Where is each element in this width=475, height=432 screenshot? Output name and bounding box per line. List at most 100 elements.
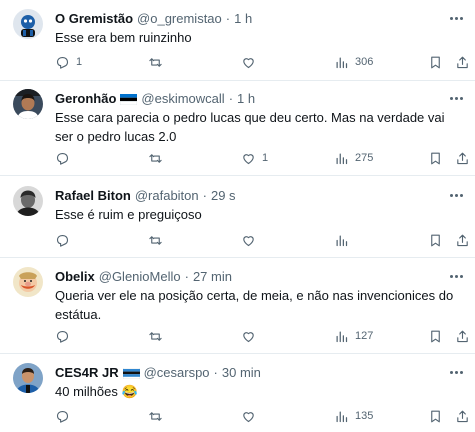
timestamp[interactable]: 29 s (211, 188, 236, 203)
tweet-header: Obelix @GlenioMello · 27 min (55, 267, 232, 285)
separator-dot: · (202, 187, 207, 203)
reply-button[interactable] (55, 327, 76, 345)
more-icon[interactable] (445, 268, 467, 284)
separator-dot: · (228, 90, 234, 106)
tweet-actions: 127 (55, 327, 475, 345)
like-icon (243, 411, 254, 422)
retweet-icon (149, 235, 162, 245)
views-button[interactable]: 306 (334, 53, 373, 71)
like-button[interactable] (241, 231, 262, 249)
reply-button[interactable] (55, 407, 76, 425)
reply-button[interactable] (55, 149, 76, 167)
tweet[interactable]: Obelix @GlenioMello · 27 min Queria ver … (0, 258, 475, 354)
views-icon (336, 235, 348, 246)
user-handle[interactable]: @eskimowcall (141, 91, 224, 106)
tweet-header: Rafael Biton @rafabiton · 29 s (55, 186, 236, 204)
share-button[interactable] (455, 53, 470, 71)
bookmark-button[interactable] (428, 231, 443, 249)
views-button[interactable]: 135 (334, 407, 373, 425)
view-count: 127 (355, 330, 374, 342)
tweet[interactable]: Rafael Biton @rafabiton · 29 s Esse é ru… (0, 176, 475, 258)
avatar[interactable] (13, 186, 43, 216)
views-icon (336, 57, 348, 68)
tweet[interactable]: CES4R JR @cesarspo · 30 min 40 milhões 😂 (0, 354, 475, 432)
display-name[interactable]: CES4R JR (55, 365, 119, 380)
retweet-icon (149, 153, 162, 163)
reply-button[interactable] (55, 231, 76, 249)
tweet-actions (55, 231, 475, 249)
views-icon (336, 331, 348, 342)
bookmark-button[interactable] (428, 53, 443, 71)
gremio-mascot-avatar (13, 9, 43, 39)
separator-dot: · (213, 364, 218, 380)
like-button[interactable] (241, 53, 262, 71)
views-icon (336, 153, 348, 164)
gremio-flag-icon (122, 367, 140, 379)
like-count: 1 (262, 152, 269, 164)
tweet[interactable]: O Gremistão @o_gremistao · 1 h Esse era … (0, 0, 475, 81)
tweet-header: Geronhão @eskimowcall · 1 h (55, 89, 255, 107)
display-name[interactable]: Geronhão (55, 91, 116, 106)
user-handle[interactable]: @o_gremistao (137, 11, 222, 26)
like-button[interactable] (241, 407, 262, 425)
reply-icon (56, 152, 69, 165)
share-icon (457, 56, 468, 68)
user-handle[interactable]: @cesarspo (144, 365, 210, 380)
display-name[interactable]: O Gremistão (55, 11, 133, 26)
timestamp[interactable]: 1 h (237, 91, 255, 106)
bookmark-button[interactable] (428, 327, 443, 345)
share-button[interactable] (455, 407, 470, 425)
timestamp[interactable]: 27 min (193, 269, 232, 284)
reply-button[interactable]: 1 (55, 53, 82, 71)
like-button[interactable]: 1 (241, 149, 268, 167)
share-button[interactable] (455, 327, 470, 345)
retweet-icon (149, 411, 162, 421)
tweet-text: Esse cara parecia o pedro lucas que deu … (55, 110, 445, 144)
retweet-button[interactable] (148, 407, 169, 425)
share-button[interactable] (455, 231, 470, 249)
retweet-icon (149, 331, 162, 341)
retweet-button[interactable] (148, 149, 169, 167)
timestamp[interactable]: 1 h (234, 11, 252, 26)
share-icon (457, 152, 468, 164)
obelix-avatar (13, 267, 43, 297)
tweet-header: CES4R JR @cesarspo · 30 min (55, 363, 261, 381)
avatar[interactable] (13, 363, 43, 393)
views-button[interactable]: 275 (334, 149, 373, 167)
retweet-button[interactable] (148, 231, 169, 249)
avatar[interactable] (13, 89, 43, 119)
display-name[interactable]: Obelix (55, 269, 95, 284)
view-count: 306 (355, 56, 374, 68)
display-name[interactable]: Rafael Biton (55, 188, 131, 203)
bookmark-button[interactable] (428, 149, 443, 167)
like-icon (243, 153, 254, 164)
retweet-icon (149, 57, 162, 67)
more-icon[interactable] (445, 90, 467, 106)
more-icon[interactable] (445, 364, 467, 380)
avatar[interactable] (13, 267, 43, 297)
retweet-button[interactable] (148, 327, 169, 345)
user-handle[interactable]: @rafabiton (135, 188, 199, 203)
like-icon (243, 331, 254, 342)
tweet-header: O Gremistão @o_gremistao · 1 h (55, 9, 252, 27)
views-button[interactable] (334, 231, 355, 249)
bookmark-button[interactable] (428, 407, 443, 425)
avatar[interactable] (13, 9, 43, 39)
user-handle[interactable]: @GlenioMello (99, 269, 181, 284)
more-icon[interactable] (445, 10, 467, 26)
person-avatar (13, 89, 43, 119)
like-button[interactable] (241, 327, 262, 345)
replies-feed: O Gremistão @o_gremistao · 1 h Esse era … (0, 0, 475, 432)
reply-icon (56, 234, 69, 247)
bookmark-icon (431, 152, 440, 164)
views-button[interactable]: 127 (334, 327, 373, 345)
tweet[interactable]: Geronhão @eskimowcall · 1 h Esse cara pa… (0, 81, 475, 176)
more-icon[interactable] (445, 187, 467, 203)
separator-dot: · (184, 268, 189, 284)
share-icon (457, 330, 468, 342)
timestamp[interactable]: 30 min (222, 365, 261, 380)
bookmark-icon (431, 234, 440, 246)
share-button[interactable] (455, 149, 470, 167)
person-avatar (13, 363, 43, 393)
retweet-button[interactable] (148, 53, 169, 71)
